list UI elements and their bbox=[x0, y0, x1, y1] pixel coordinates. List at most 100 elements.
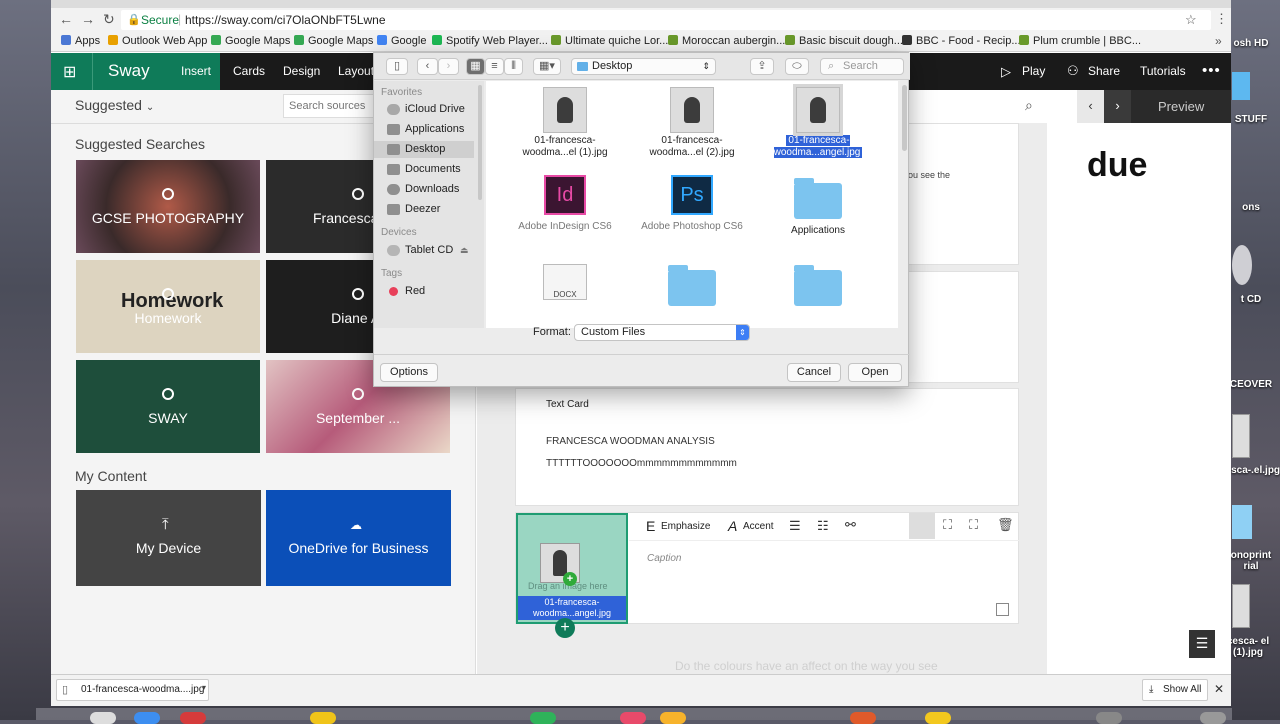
file-item-applications-folder[interactable]: Applications bbox=[763, 175, 873, 237]
bookmark-plum-crumble[interactable]: Plum crumble | BBC... bbox=[1019, 35, 1141, 47]
dock-app-icon[interactable] bbox=[1096, 712, 1122, 724]
options-button[interactable]: Options bbox=[380, 363, 438, 382]
sidebar-item-downloads[interactable]: Downloads bbox=[374, 181, 474, 198]
sidebar-item-desktop[interactable]: Desktop bbox=[374, 141, 474, 158]
onedrive-tile[interactable]: ☁ OneDrive for Business bbox=[266, 490, 451, 586]
reload-icon[interactable]: ↻ bbox=[103, 11, 115, 28]
close-icon[interactable]: ✕ bbox=[1214, 682, 1224, 696]
suggested-dropdown[interactable]: Suggested ⌄ bbox=[75, 97, 154, 113]
preview-label[interactable]: Preview bbox=[1158, 99, 1204, 114]
accent-button[interactable]: Accent bbox=[743, 521, 774, 532]
bookmark-outlook[interactable]: Outlook Web App bbox=[108, 35, 207, 47]
emphasize-button[interactable]: Emphasize bbox=[661, 521, 710, 532]
dock-app-icon[interactable] bbox=[134, 712, 160, 724]
numbered-list-icon[interactable]: ☷ bbox=[817, 518, 829, 534]
file-item-docx[interactable]: DOCX bbox=[510, 264, 620, 300]
play-button[interactable]: Play bbox=[1022, 53, 1045, 90]
star-icon[interactable]: ☆ bbox=[1185, 12, 1197, 28]
checkbox[interactable] bbox=[996, 603, 1009, 616]
dock-app-icon[interactable] bbox=[310, 712, 336, 724]
sidebar-scrollbar[interactable] bbox=[478, 85, 482, 200]
file-item-photoshop[interactable]: Ps Adobe Photoshop CS6 bbox=[637, 175, 747, 233]
sidebar-toggle-icon[interactable]: ▯ bbox=[386, 58, 408, 75]
dock-app-icon[interactable] bbox=[620, 712, 646, 724]
tab-insert[interactable]: Insert bbox=[172, 53, 220, 90]
desktop-icon-label[interactable]: osh HD bbox=[1226, 38, 1276, 49]
link-icon[interactable]: ⚯ bbox=[845, 517, 856, 533]
tab-cards[interactable]: Cards bbox=[233, 53, 265, 90]
sidebar-item-icloud[interactable]: iCloud Drive bbox=[374, 101, 474, 118]
image-drop-zone[interactable]: Drag an image here + 01-francesca-woodma… bbox=[516, 513, 628, 624]
file-item-indesign[interactable]: Id Adobe InDesign CS6 bbox=[510, 175, 620, 233]
dock-app-icon[interactable] bbox=[180, 712, 206, 724]
dock-app-icon[interactable] bbox=[850, 712, 876, 724]
desktop-icon-label[interactable]: CEOVER bbox=[1226, 379, 1276, 390]
tab-layout[interactable]: Layout bbox=[338, 53, 374, 90]
column-view-icon[interactable]: ⫴ bbox=[504, 58, 523, 75]
text-card[interactable]: Text Card FRANCESCA WOODMAN ANALYSIS TTT… bbox=[515, 388, 1019, 506]
file-item-photo-selected[interactable]: 01-francesca-woodma...angel.jpg bbox=[763, 84, 873, 159]
file-item-photo[interactable]: 01-francesca-woodma...el (2).jpg bbox=[637, 87, 747, 159]
bookmark-apps[interactable]: Apps bbox=[61, 35, 100, 47]
image-card[interactable]: Drag an image here + 01-francesca-woodma… bbox=[515, 512, 1019, 624]
bookmark-google[interactable]: Google bbox=[377, 35, 426, 47]
desktop-icon-label[interactable]: ons bbox=[1226, 202, 1276, 213]
back-icon[interactable]: ← bbox=[59, 11, 73, 27]
dock-app-icon[interactable] bbox=[90, 712, 116, 724]
app-launcher-icon[interactable]: ⊞ bbox=[63, 62, 76, 82]
bookmark-biscuit[interactable]: Basic biscuit dough... bbox=[785, 35, 903, 47]
previous-icon[interactable]: ‹ bbox=[1077, 90, 1104, 123]
suggestion-tile[interactable]: Homework Homework bbox=[76, 260, 260, 353]
desktop-icon-label[interactable]: STUFF bbox=[1226, 114, 1276, 125]
card-body[interactable]: TTTTTTOOOOOOOmmmmmmmmmmmm bbox=[546, 458, 737, 469]
search-sources-input[interactable]: Search sources bbox=[283, 94, 375, 118]
location-popup[interactable]: Desktop ⇕ bbox=[571, 58, 716, 75]
dock-app-icon[interactable] bbox=[925, 712, 951, 724]
crop-icon[interactable]: ⛶ bbox=[943, 517, 952, 533]
play-icon[interactable]: ▷ bbox=[1001, 64, 1011, 80]
share-icon[interactable]: ⚇ bbox=[1067, 63, 1079, 79]
sidebar-item-applications[interactable]: Applications bbox=[374, 121, 474, 138]
fullscreen-icon[interactable]: ⛶ bbox=[969, 517, 978, 533]
forward-icon[interactable]: → bbox=[81, 11, 95, 27]
share-icon[interactable]: ⇪ bbox=[750, 58, 774, 75]
more-options-icon[interactable]: ••• bbox=[1202, 62, 1221, 79]
file-item-folder[interactable] bbox=[637, 264, 747, 312]
open-button[interactable]: Open bbox=[848, 363, 902, 382]
bookmark-moroccan[interactable]: Moroccan aubergin... bbox=[668, 35, 785, 47]
navigation-icon[interactable]: ☰ bbox=[1189, 630, 1215, 658]
next-icon[interactable]: › bbox=[1104, 90, 1131, 123]
search-icon[interactable]: ⌕ bbox=[1025, 97, 1033, 114]
show-all-button[interactable]: ⤓ Show All bbox=[1142, 679, 1208, 701]
file-scrollbar[interactable] bbox=[902, 85, 907, 151]
trash-icon[interactable] bbox=[1200, 712, 1226, 724]
my-device-tile[interactable]: ⤒ My Device bbox=[76, 490, 261, 586]
desktop-icon-label[interactable]: t CD bbox=[1226, 294, 1276, 305]
card-heading[interactable]: FRANCESCA WOODMAN ANALYSIS bbox=[546, 436, 715, 447]
back-icon[interactable]: ‹ bbox=[417, 58, 438, 75]
more-bookmarks-icon[interactable]: » bbox=[1215, 34, 1222, 48]
desktop-icon-label[interactable]: onoprint rial bbox=[1226, 550, 1276, 572]
sidebar-item-documents[interactable]: Documents bbox=[374, 161, 474, 178]
icon-view-icon[interactable]: ▦ bbox=[466, 58, 485, 75]
eject-icon[interactable]: ⏏ bbox=[460, 242, 469, 259]
tutorials-button[interactable]: Tutorials bbox=[1140, 53, 1186, 90]
url-field[interactable]: 🔒 Secure | https://sway.com/ci7OlaONbFT5… bbox=[121, 10, 1211, 30]
tab-design[interactable]: Design bbox=[283, 53, 320, 90]
format-select[interactable]: Custom Files ⇕ bbox=[574, 324, 750, 341]
menu-icon[interactable]: ⋮ bbox=[1215, 11, 1228, 27]
suggestion-tile[interactable]: SWAY bbox=[76, 360, 260, 453]
dock-app-icon[interactable] bbox=[530, 712, 556, 724]
sidebar-item-tag-red[interactable]: Red bbox=[374, 283, 474, 300]
arrange-icon[interactable]: ▦▾ bbox=[533, 58, 561, 75]
file-item-photo[interactable]: 01-francesca-woodma...el (1).jpg bbox=[510, 87, 620, 159]
suggestion-tile[interactable]: GCSE PHOTOGRAPHY bbox=[76, 160, 260, 253]
bulleted-list-icon[interactable]: ☰ bbox=[789, 518, 801, 534]
focus-point-icon[interactable] bbox=[909, 513, 935, 539]
download-item[interactable]: ▯ 01-francesca-woodma....jpg ▾ bbox=[56, 679, 209, 701]
bookmark-spotify[interactable]: Spotify Web Player... bbox=[432, 35, 548, 47]
delete-icon[interactable]: 🗑 bbox=[997, 517, 1014, 533]
download-menu-icon[interactable]: ▾ bbox=[202, 683, 206, 692]
list-view-icon[interactable]: ≡ bbox=[485, 58, 504, 75]
bookmark-quiche[interactable]: Ultimate quiche Lor... bbox=[551, 35, 668, 47]
